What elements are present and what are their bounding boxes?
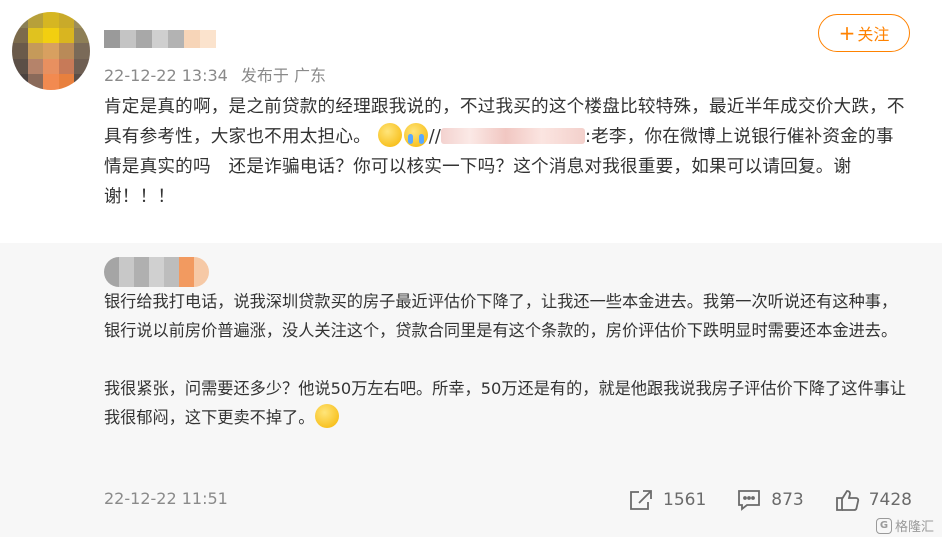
repost-actions: 1561 873 7428 <box>598 487 912 513</box>
comment-count: 873 <box>771 490 804 510</box>
thinking-face-emoji <box>315 404 340 428</box>
thumbs-up-icon <box>835 490 859 511</box>
repost-paragraph-2-text: 我很紧张，问需要还多少？他说50万左右吧。所幸，50万还是有的，就是他跟我说我房… <box>104 379 907 427</box>
comment-icon <box>738 490 761 511</box>
weibo-post: 22-12-22 13:34 发布于 广东 + 关注 肯定是真的啊，是之前贷款的… <box>0 0 942 243</box>
follow-label: 关注 <box>857 25 890 44</box>
repost-body: 银行给我打电话，说我深圳贷款买的房子最近评估价下降了，让我还一些本金进去。我第一… <box>104 287 910 432</box>
avatar[interactable] <box>12 12 90 90</box>
like-button[interactable]: 7428 <box>834 487 912 513</box>
gelonghui-logo-icon: G <box>875 517 892 534</box>
original-author-redacted[interactable] <box>104 257 209 287</box>
like-count: 7428 <box>868 490 912 510</box>
watermark: G 格隆汇 <box>875 516 934 535</box>
watermark-text: 格隆汇 <box>894 520 934 535</box>
post-meta: 22-12-22 13:34 发布于 广东 <box>104 62 326 86</box>
post-body: 肯定是真的啊，是之前贷款的经理跟我说的，不过我买的这个楼盘比较特殊，最近半年成交… <box>104 92 910 212</box>
post-source: 发布于 广东 <box>240 66 327 85</box>
repost-timestamp[interactable]: 22-12-22 11:51 <box>104 489 228 508</box>
mention-redacted[interactable] <box>440 128 585 144</box>
repost-paragraph-1: 银行给我打电话，说我深圳贷款买的房子最近评估价下降了，让我还一些本金进去。我第一… <box>104 292 898 340</box>
repost-separator: // <box>428 127 441 147</box>
plus-icon: + <box>838 21 856 45</box>
thinking-face-emoji <box>377 123 402 147</box>
share-icon <box>630 490 652 510</box>
follow-button[interactable]: + 关注 <box>818 14 910 52</box>
repost-button[interactable]: 1561 <box>628 488 706 512</box>
repost-paragraph-2: 我很紧张，问需要还多少？他说50万左右吧。所幸，50万还是有的，就是他跟我说我房… <box>104 374 910 432</box>
reposted-weibo[interactable]: 银行给我打电话，说我深圳贷款买的房子最近评估价下降了，让我还一些本金进去。我第一… <box>0 243 942 537</box>
comment-button[interactable]: 873 <box>736 488 804 512</box>
crying-face-emoji <box>403 123 428 147</box>
repost-count: 1561 <box>663 490 707 510</box>
post-timestamp[interactable]: 22-12-22 13:34 <box>104 66 228 85</box>
username-redacted[interactable] <box>104 30 216 48</box>
